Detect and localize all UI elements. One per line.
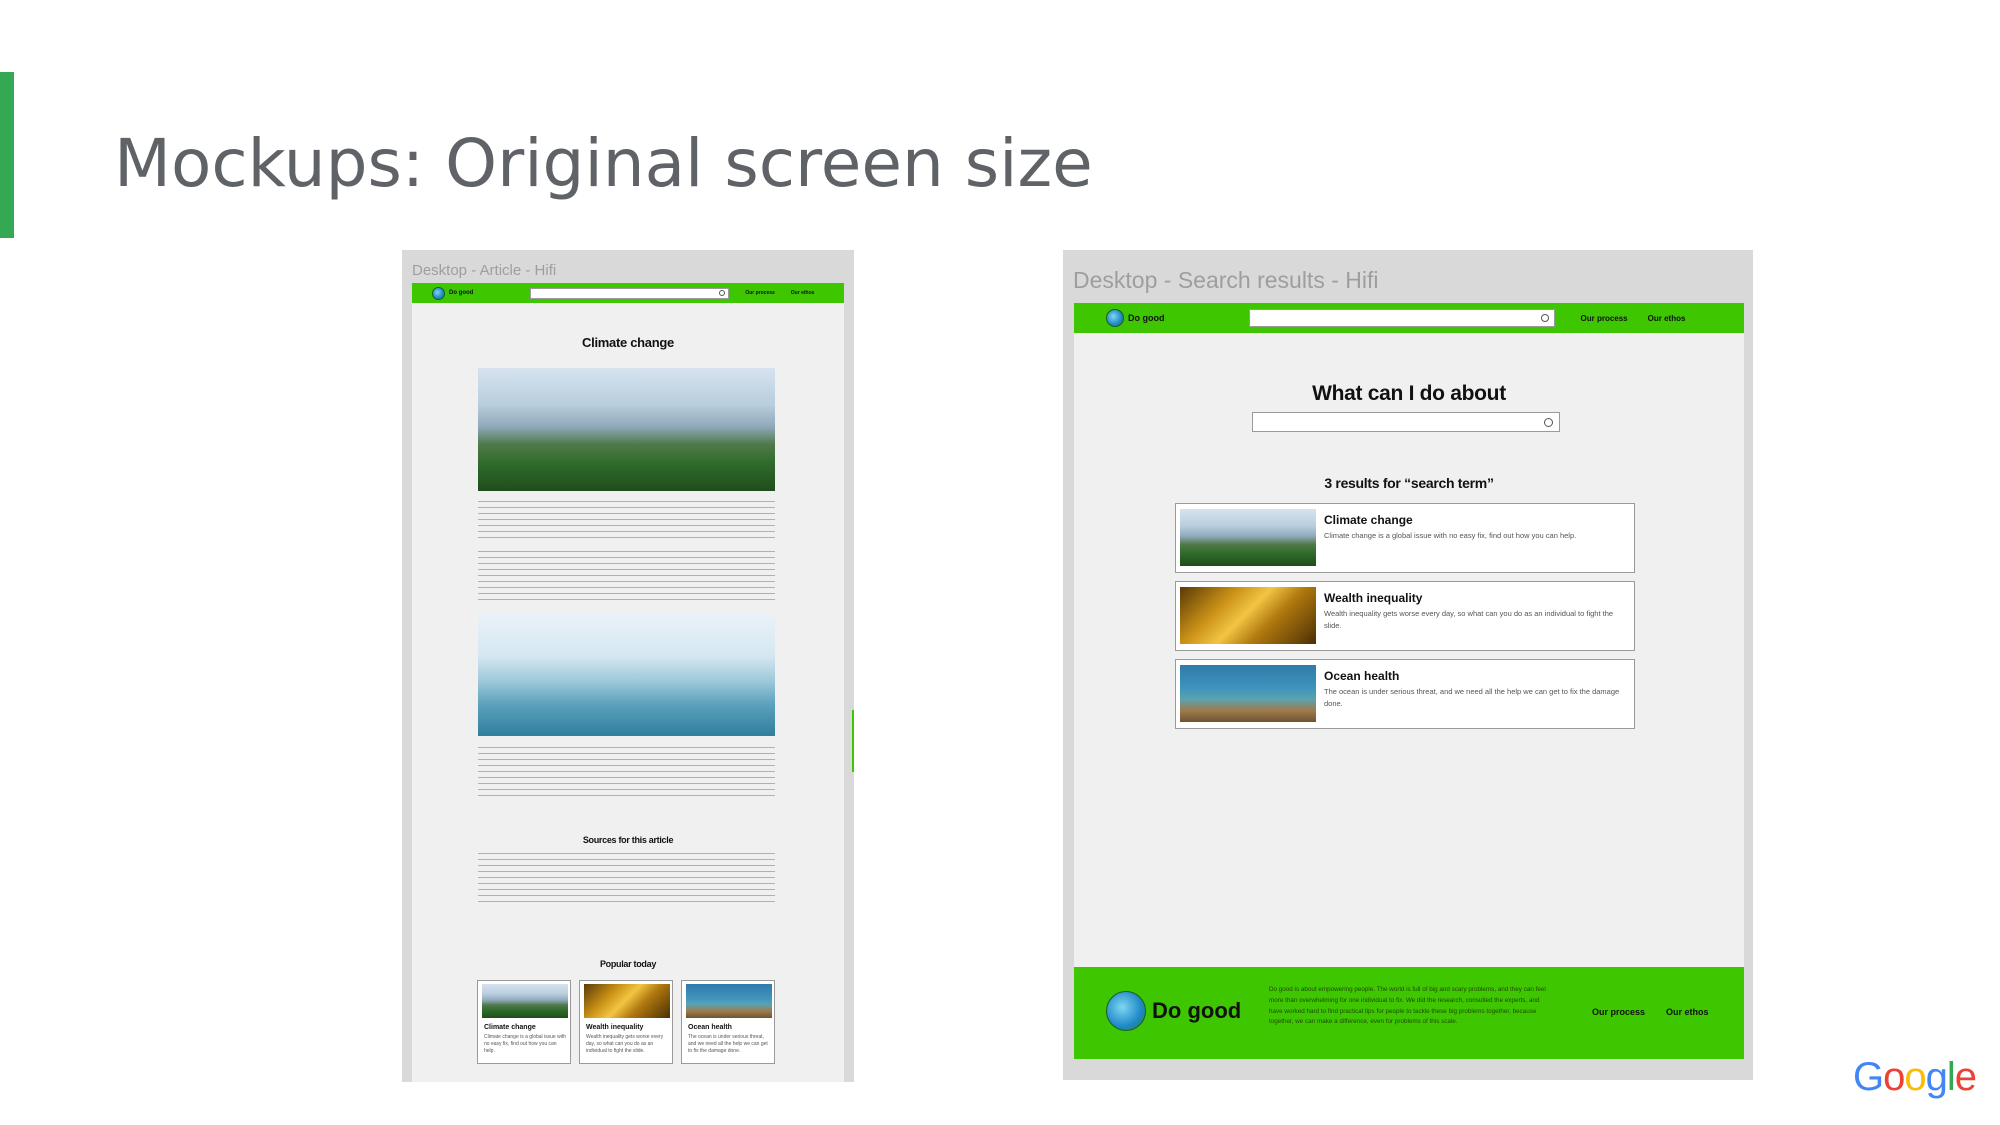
google-logo-letter: g bbox=[1925, 1055, 1948, 1099]
search-nav-link-ethos[interactable]: Our ethos bbox=[1648, 314, 1686, 323]
result-card-climate[interactable]: Climate change Climate change is a globa… bbox=[1175, 503, 1635, 573]
article-page: Do good Our process Our ethos Climate ch… bbox=[412, 283, 844, 1082]
footer-logo[interactable]: Do good bbox=[1106, 991, 1241, 1031]
footer-about-text: Do good is about empowering people. The … bbox=[1269, 986, 1546, 1026]
search-nav-link-process[interactable]: Our process bbox=[1581, 314, 1628, 323]
result-image bbox=[1180, 587, 1316, 644]
google-logo-letter: l bbox=[1946, 1055, 1956, 1099]
search-mockup-frame: Desktop - Search results - Hifi Do good … bbox=[1063, 250, 1753, 1080]
article-frame-label: Desktop - Article - Hifi bbox=[412, 262, 557, 279]
result-desc: The ocean is under serious threat, and w… bbox=[1324, 687, 1620, 708]
globe-icon bbox=[432, 286, 445, 300]
globe-icon bbox=[1106, 991, 1146, 1031]
article-nav-link-ethos[interactable]: Our ethos bbox=[791, 290, 815, 296]
article-sources-heading: Sources for this article bbox=[582, 835, 674, 845]
result-card-wealth[interactable]: Wealth inequality Wealth inequality gets… bbox=[1175, 581, 1635, 651]
article-nav-logo[interactable]: Do good bbox=[432, 286, 474, 300]
popular-card-desc: The ocean is under serious threat, and w… bbox=[688, 1034, 768, 1054]
result-title: Wealth inequality bbox=[1324, 591, 1423, 605]
result-title: Ocean health bbox=[1324, 669, 1400, 683]
popular-card-climate[interactable]: Climate change Climate change is a globa… bbox=[477, 980, 571, 1064]
search-nav-brand: Do good bbox=[1128, 313, 1165, 323]
popular-card-title: Climate change bbox=[484, 1024, 536, 1031]
popular-card-title: Ocean health bbox=[688, 1024, 732, 1031]
google-logo: Google bbox=[1853, 1055, 1977, 1100]
search-icon bbox=[1540, 314, 1549, 322]
article-mockup-frame: Desktop - Article - Hifi Do good Our pro… bbox=[402, 250, 854, 1082]
google-logo-letter: o bbox=[1904, 1055, 1926, 1099]
site-footer: Do good Do good is about empowering peop… bbox=[1074, 967, 1744, 1059]
article-title: Climate change bbox=[582, 335, 674, 350]
accent-bar bbox=[0, 72, 14, 238]
footer-brand: Do good bbox=[1152, 998, 1242, 1023]
article-sources-text bbox=[478, 853, 775, 903]
search-icon bbox=[1544, 417, 1553, 427]
results-heading: 3 results for “search term” bbox=[1324, 475, 1494, 491]
result-desc: Wealth inequality gets worse every day, … bbox=[1324, 609, 1614, 630]
article-image-forest bbox=[478, 368, 775, 491]
search-icon bbox=[719, 290, 726, 296]
popular-card-title: Wealth inequality bbox=[586, 1024, 644, 1031]
search-nav-logo[interactable]: Do good bbox=[1106, 309, 1165, 327]
search-frame-label: Desktop - Search results - Hifi bbox=[1073, 267, 1379, 293]
globe-icon bbox=[1106, 309, 1124, 327]
popular-card-ocean[interactable]: Ocean health The ocean is under serious … bbox=[681, 980, 775, 1064]
footer-link-ethos[interactable]: Our ethos bbox=[1666, 1007, 1709, 1017]
popular-card-image bbox=[584, 984, 670, 1018]
search-nav-search-input[interactable] bbox=[1248, 309, 1555, 327]
google-logo-letter: e bbox=[1954, 1055, 1977, 1099]
google-logo-letter: o bbox=[1883, 1055, 1905, 1099]
result-card-ocean[interactable]: Ocean health The ocean is under serious … bbox=[1175, 659, 1635, 729]
article-paragraph-2 bbox=[478, 551, 775, 601]
popular-card-image bbox=[482, 984, 568, 1018]
result-image bbox=[1180, 509, 1316, 566]
article-nav-link-process[interactable]: Our process bbox=[745, 290, 774, 296]
slide-title: Mockups: Original screen size bbox=[114, 125, 1093, 202]
article-popular-heading: Popular today bbox=[599, 959, 657, 969]
search-top-nav: Do good Our process Our ethos bbox=[1074, 303, 1744, 333]
result-image bbox=[1180, 665, 1316, 722]
popular-card-wealth[interactable]: Wealth inequality Wealth inequality gets… bbox=[579, 980, 673, 1064]
article-image-glacier bbox=[478, 613, 775, 736]
popular-card-desc: Climate change is a global issue with no… bbox=[484, 1034, 566, 1054]
article-paragraph-1 bbox=[478, 501, 775, 539]
popular-card-desc: Wealth inequality gets worse every day, … bbox=[586, 1034, 664, 1054]
google-logo-letter: G bbox=[1853, 1055, 1884, 1099]
footer-link-process[interactable]: Our process bbox=[1592, 1007, 1645, 1017]
article-nav-search-input[interactable] bbox=[530, 287, 730, 299]
scroll-marker bbox=[852, 710, 854, 772]
popular-card-image bbox=[686, 984, 772, 1018]
article-top-nav: Do good Our process Our ethos bbox=[412, 283, 844, 303]
result-title: Climate change bbox=[1324, 513, 1413, 527]
result-desc: Climate change is a global issue with no… bbox=[1324, 531, 1577, 540]
search-page: Do good Our process Our ethos What can I… bbox=[1074, 303, 1744, 1059]
article-nav-brand: Do good bbox=[449, 290, 474, 296]
search-heading: What can I do about bbox=[1312, 382, 1506, 405]
article-paragraph-3 bbox=[478, 747, 775, 797]
main-search-input[interactable] bbox=[1252, 412, 1560, 432]
